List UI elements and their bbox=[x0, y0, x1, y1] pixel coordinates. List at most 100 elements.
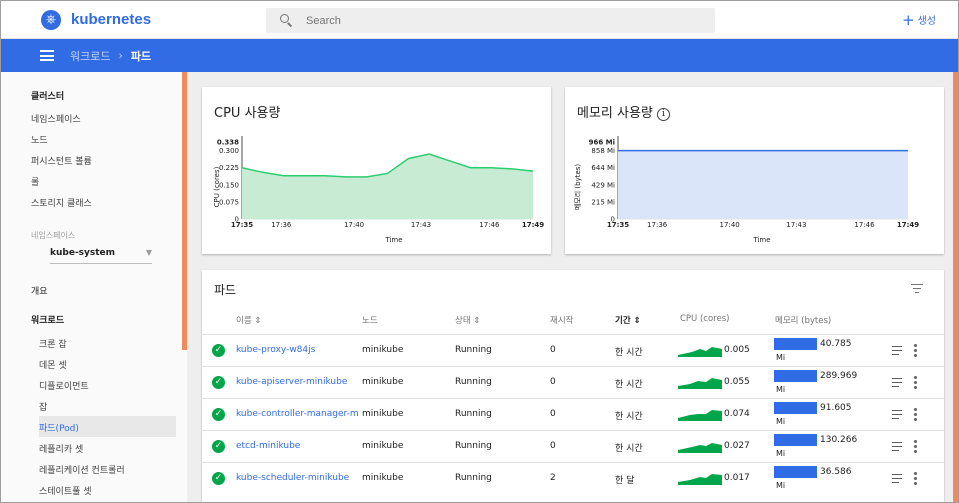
sidebar-item-roles[interactable]: 롤 bbox=[31, 175, 39, 188]
status-ok-icon: ✓ bbox=[212, 376, 225, 389]
search-input[interactable] bbox=[306, 14, 686, 27]
pods-title: 파드 bbox=[214, 283, 237, 297]
cpu-sparkline bbox=[678, 474, 722, 485]
sidebar-item-persistent-volumes[interactable]: 퍼시스턴트 볼륨 bbox=[31, 154, 92, 167]
table-row[interactable]: ✓ etcd-minikube minikube Running 0 한 시간 0.027 1… bbox=[202, 430, 944, 462]
logs-icon[interactable] bbox=[892, 474, 902, 484]
pod-memory: 36.586 bbox=[820, 467, 852, 477]
cpu-sparkline bbox=[678, 443, 722, 453]
memory-usage-card: 메모리 사용량 i 메모리 (bytes) Time 966 Mi 858 Mi 64… bbox=[565, 87, 944, 254]
sidebar-item-replicasets[interactable]: 레플리카 셋 bbox=[39, 442, 83, 455]
column-header-restarts: 재시작 bbox=[550, 316, 574, 326]
x-tick-label: 17:43 bbox=[786, 221, 806, 229]
logo[interactable]: ⎈ kubernetes bbox=[41, 9, 152, 30]
sidebar-item-overview[interactable]: 개요 bbox=[31, 284, 48, 297]
logo-text: kubernetes bbox=[71, 11, 152, 28]
sidebar-item-replication-controllers[interactable]: 레플리케이션 컨트롤러 bbox=[39, 463, 125, 476]
sidebar-item-jobs[interactable]: 잡 bbox=[39, 400, 47, 413]
pod-age: 한 시간 bbox=[615, 380, 643, 390]
more-vert-icon[interactable] bbox=[914, 408, 917, 421]
status-ok-icon: ✓ bbox=[212, 472, 225, 485]
pod-memory: 91.605 bbox=[820, 403, 852, 413]
table-row[interactable]: ✓ kube-proxy-w84js minikube Running 0 한 시간 0.0… bbox=[202, 334, 944, 366]
pod-status: Running bbox=[455, 345, 492, 355]
namespace-label: 네임스페이스 bbox=[31, 231, 76, 240]
table-row[interactable]: ✓ kube-apiserver-minikube minikube Running 0… bbox=[202, 366, 944, 398]
pod-age: 한 달 bbox=[615, 476, 635, 486]
pod-status: Running bbox=[455, 409, 492, 419]
create-button[interactable]: + 생성 bbox=[902, 12, 936, 27]
more-vert-icon[interactable] bbox=[914, 376, 917, 389]
pod-name-link[interactable]: kube-scheduler-minikube bbox=[236, 473, 349, 483]
sidebar-cluster-header[interactable]: 클러스터 bbox=[31, 89, 64, 102]
column-header-name[interactable]: 이름 ⇕ bbox=[236, 314, 261, 326]
status-ok-icon: ✓ bbox=[212, 408, 225, 421]
column-header-status[interactable]: 상태 ⇕ bbox=[455, 314, 480, 326]
sidebar-item-daemonsets[interactable]: 데몬 셋 bbox=[39, 358, 67, 371]
pod-status: Running bbox=[455, 473, 492, 483]
create-button-label: 생성 bbox=[917, 16, 936, 27]
pod-node: minikube bbox=[362, 473, 404, 483]
sidebar-workloads-header[interactable]: 워크로드 bbox=[31, 313, 64, 326]
sidebar-item-storage-classes[interactable]: 스토리지 클래스 bbox=[31, 196, 92, 209]
table-row[interactable]: ✓ kube-scheduler-minikube minikube Running 2… bbox=[202, 462, 944, 494]
memory-usage-chart: 메모리 (bytes) Time 966 Mi858 Mi 644 Mi 429 M… bbox=[573, 136, 919, 244]
pod-name-link[interactable]: kube-proxy-w84js bbox=[236, 345, 315, 355]
memory-bar bbox=[774, 466, 817, 478]
sidebar-item-nodes[interactable]: 노드 bbox=[31, 133, 48, 146]
pod-cpu: 0.074 bbox=[724, 409, 750, 419]
logs-icon[interactable] bbox=[892, 346, 902, 356]
column-header-age[interactable]: 기간 ⇕ bbox=[615, 314, 641, 326]
memory-bar bbox=[774, 370, 817, 382]
y-tick-label: 858 Mi bbox=[591, 147, 615, 155]
pod-name-link[interactable]: kube-controller-manager-m bbox=[236, 409, 359, 419]
main-scrollbar[interactable] bbox=[953, 72, 958, 502]
more-vert-icon[interactable] bbox=[914, 472, 917, 485]
pod-cpu: 0.055 bbox=[724, 377, 750, 387]
more-vert-icon[interactable] bbox=[914, 344, 917, 357]
memory-bar bbox=[774, 434, 817, 446]
sidebar-item-pods[interactable]: 파드(Pod) bbox=[39, 421, 79, 434]
pod-node: minikube bbox=[362, 409, 404, 419]
series-area bbox=[618, 150, 908, 219]
column-header-cpu: CPU (cores) bbox=[680, 314, 730, 324]
pod-age: 한 시간 bbox=[615, 444, 643, 454]
main-content: CPU 사용량 CPU (cores) Time 0.338 0.300 0.225… bbox=[187, 72, 958, 502]
menu-icon[interactable] bbox=[40, 50, 54, 61]
table-row[interactable]: ✓ kube-controller-manager-m minikube Runnin… bbox=[202, 398, 944, 430]
x-tick-label: 17:36 bbox=[647, 221, 668, 229]
sidebar-item-cronjobs[interactable]: 크론 잡 bbox=[39, 337, 67, 350]
filter-icon[interactable] bbox=[911, 284, 923, 294]
sidebar-item-statefulsets[interactable]: 스테이트풀 셋 bbox=[39, 484, 92, 497]
pod-status: Running bbox=[455, 441, 492, 451]
logs-icon[interactable] bbox=[892, 442, 902, 452]
breadcrumb-current: 파드 bbox=[130, 49, 152, 63]
status-ok-icon: ✓ bbox=[212, 440, 225, 453]
search-box[interactable] bbox=[266, 8, 715, 33]
memory-x-axis-label: Time bbox=[752, 236, 770, 244]
logs-icon[interactable] bbox=[892, 378, 902, 388]
sidebar-item-namespaces[interactable]: 네임스페이스 bbox=[31, 112, 81, 125]
sidebar-item-deployments[interactable]: 디플로이먼트 bbox=[39, 379, 89, 392]
y-tick-label: 0.075 bbox=[219, 198, 239, 206]
y-tick-label: 966 Mi bbox=[589, 139, 615, 147]
cpu-sparkline bbox=[678, 347, 722, 357]
y-tick-label: 0.300 bbox=[219, 147, 239, 155]
pod-name-link[interactable]: kube-apiserver-minikube bbox=[236, 377, 347, 387]
x-tick-label: 17:49 bbox=[897, 221, 919, 229]
more-vert-icon[interactable] bbox=[914, 440, 917, 453]
breadcrumb-bar: 워크로드 › 파드 bbox=[1, 39, 958, 72]
y-tick-label: 644 Mi bbox=[591, 164, 615, 172]
namespace-select[interactable]: kube-system ▼ bbox=[50, 248, 152, 264]
memory-y-axis-label: 메모리 (bytes) bbox=[573, 164, 582, 211]
series-area bbox=[242, 154, 533, 219]
y-tick-label: 215 Mi bbox=[591, 198, 615, 206]
pod-memory-unit: Mi bbox=[776, 449, 786, 458]
pod-name-link[interactable]: etcd-minikube bbox=[236, 441, 300, 451]
cpu-sparkline bbox=[678, 378, 722, 389]
x-tick-label: 17:35 bbox=[231, 221, 253, 229]
logs-icon[interactable] bbox=[892, 410, 902, 420]
pod-memory: 40.785 bbox=[820, 339, 852, 349]
sidebar: 클러스터 네임스페이스 노드 퍼시스턴트 볼륨 롤 스토리지 클래스 네임스페이… bbox=[1, 72, 187, 502]
breadcrumb-workloads[interactable]: 워크로드 bbox=[70, 48, 110, 64]
